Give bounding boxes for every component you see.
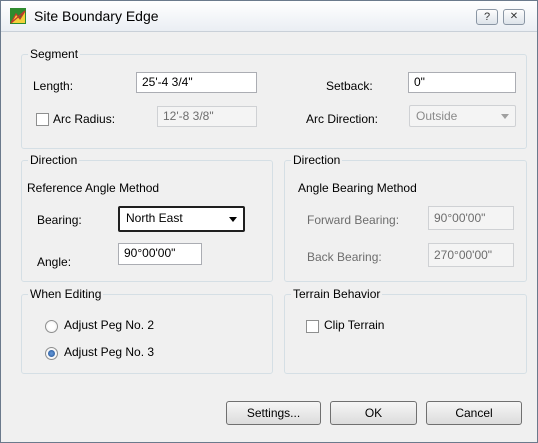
direction-bearing-group: Direction Angle Bearing Method Forward B…: [284, 153, 527, 282]
window-title: Site Boundary Edge: [34, 8, 159, 24]
cancel-button[interactable]: Cancel: [426, 401, 522, 425]
chevron-down-icon: [501, 114, 509, 119]
when-editing-legend: When Editing: [28, 287, 104, 301]
direction-left-legend: Direction: [28, 153, 80, 167]
chevron-down-icon: [229, 217, 237, 222]
arc-direction-label: Arc Direction:: [306, 112, 379, 126]
bearing-label: Bearing:: [37, 213, 82, 227]
angle-input[interactable]: 90°00'00": [118, 243, 202, 265]
setback-label: Setback:: [326, 79, 373, 93]
segment-group: Segment Length: 25'-4 3/4" Setback: 0" A…: [21, 47, 527, 149]
terrain-behavior-legend: Terrain Behavior: [291, 287, 383, 301]
dialog-window: Site Boundary Edge ? ✕ Segment Length: 2…: [0, 0, 538, 443]
dialog-client: Segment Length: 25'-4 3/4" Setback: 0" A…: [9, 39, 529, 435]
bearing-method-label: Angle Bearing Method: [298, 181, 417, 195]
adjust-peg-2-radio[interactable]: [45, 320, 58, 333]
clip-terrain-label[interactable]: Clip Terrain: [324, 318, 384, 332]
length-label: Length:: [33, 79, 74, 93]
arc-direction-select[interactable]: Outside: [409, 105, 516, 127]
angle-label: Angle:: [37, 255, 72, 269]
help-button[interactable]: ?: [476, 9, 498, 25]
clip-terrain-checkbox[interactable]: [306, 320, 319, 333]
arc-radius-input[interactable]: 12'-8 3/8": [157, 106, 257, 127]
adjust-peg-2-label[interactable]: Adjust Peg No. 2: [64, 318, 154, 332]
back-bearing-input[interactable]: 270°00'00": [428, 243, 514, 267]
length-input[interactable]: 25'-4 3/4": [136, 72, 257, 93]
reference-method-label: Reference Angle Method: [27, 181, 160, 195]
forward-bearing-label: Forward Bearing:: [307, 213, 400, 227]
adjust-peg-3-radio[interactable]: [45, 347, 58, 360]
forward-bearing-input[interactable]: 90°00'00": [428, 206, 514, 230]
adjust-peg-3-label[interactable]: Adjust Peg No. 3: [64, 345, 154, 359]
title-bar[interactable]: Site Boundary Edge ? ✕: [1, 1, 537, 32]
settings-button[interactable]: Settings...: [226, 401, 321, 425]
setback-input[interactable]: 0": [408, 72, 516, 93]
close-button[interactable]: ✕: [503, 9, 525, 25]
arc-direction-value: Outside: [416, 109, 458, 123]
terrain-behavior-group: Terrain Behavior Clip Terrain: [284, 287, 527, 374]
arc-radius-label[interactable]: Arc Radius:: [53, 112, 115, 126]
ok-button[interactable]: OK: [330, 401, 417, 425]
direction-right-legend: Direction: [291, 153, 343, 167]
when-editing-group: When Editing Adjust Peg No. 2 Adjust Peg…: [21, 287, 273, 374]
bearing-select[interactable]: North East: [118, 206, 245, 232]
direction-reference-group: Direction Reference Angle Method Bearing…: [21, 153, 273, 282]
segment-legend: Segment: [28, 47, 81, 61]
bearing-value: North East: [126, 211, 183, 225]
back-bearing-label: Back Bearing:: [307, 250, 382, 264]
site-boundary-icon: [10, 8, 26, 24]
arc-radius-checkbox[interactable]: [36, 113, 49, 126]
